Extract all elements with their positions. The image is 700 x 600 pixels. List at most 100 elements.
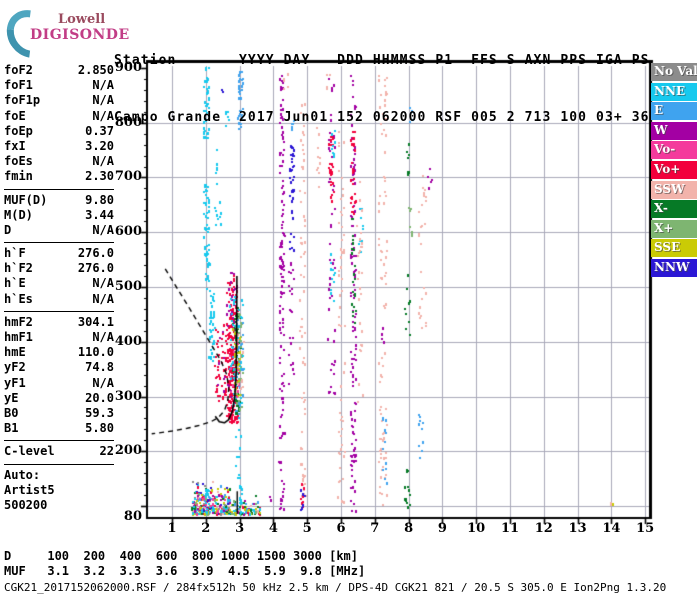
y-tick-900: 900 xyxy=(114,59,142,75)
panel-separator xyxy=(4,310,114,312)
param-row-clevel: C-level 22 xyxy=(4,444,114,459)
param-value: 276.0 xyxy=(77,246,114,261)
param-row-md: M(D) 3.44 xyxy=(4,208,114,223)
param-label: foF1 xyxy=(4,78,33,93)
color-legend: No Val NNE E W Vo- Vo+ SSW X- X+ SSE NNW xyxy=(651,63,697,279)
x-tick-8: 8 xyxy=(404,521,414,536)
param-value: 2.850 xyxy=(77,63,114,77)
y-tick-700: 700 xyxy=(114,169,142,185)
x-tick-1: 1 xyxy=(167,521,177,536)
d-scale-row: D 100 200 400 600 800 1000 1500 3000 [km… xyxy=(4,549,359,563)
param-label: D xyxy=(4,222,12,237)
panel-separator xyxy=(4,188,114,190)
legend-item-nnw: NNW xyxy=(651,258,697,277)
param-label: B1 xyxy=(4,421,19,436)
ionogram-app: { "logo": { "line1": "Lowell", "line2": … xyxy=(0,0,700,600)
param-label: MUF(D) xyxy=(4,192,48,207)
param-row-ye: yE 20.0 xyxy=(4,391,114,406)
param-value: 59.3 xyxy=(85,405,114,420)
param-row-hes: h`Es N/A xyxy=(4,292,114,307)
y-tick-80: 80 xyxy=(123,509,142,524)
x-tick-10: 10 xyxy=(467,521,486,536)
panel-separator xyxy=(4,440,114,442)
scaled-parameters-panel: foF2 2.850 foF1 N/A foF1p N/A foE N/A foEp 0.37 fx… xyxy=(4,63,114,513)
muf-scale-row: MUF 3.1 3.2 3.3 3.6 3.9 4.5 5.9 9.8 [MHz… xyxy=(4,564,366,578)
param-row-fxi: fxI 3.20 xyxy=(4,139,114,154)
file-info-row: CGK21_2017152062000.RSF / 284fx512h 50 k… xyxy=(4,581,667,594)
param-label: B0 xyxy=(4,405,19,420)
param-label: foE xyxy=(4,108,26,123)
param-row-500200: 500200 xyxy=(4,498,114,513)
param-row-foe: foE N/A xyxy=(4,109,114,124)
header-line-values: Campo Grande 2017 Jun01 152 062000 RSF 0… xyxy=(114,110,650,125)
param-label: h`F2 xyxy=(4,261,33,276)
param-label: yE xyxy=(4,390,19,405)
param-row-hmf2: hmF2 304.1 xyxy=(4,315,114,330)
param-value: 304.1 xyxy=(77,314,114,329)
panel-separator xyxy=(4,242,114,244)
param-row-foes: foEs N/A xyxy=(4,154,114,169)
param-label: yF1 xyxy=(4,375,26,390)
param-row-b1: B1 5.80 xyxy=(4,421,114,436)
param-label: hmF1 xyxy=(4,330,33,344)
x-tick-7: 7 xyxy=(370,521,380,536)
param-label: h`E xyxy=(4,276,26,291)
legend-item-ssw: SSW xyxy=(651,180,697,199)
param-label: foEp xyxy=(4,123,33,138)
param-row-foep: foEp 0.37 xyxy=(4,124,114,139)
y-tick-600: 600 xyxy=(114,224,142,240)
legend-item-sse: SSE xyxy=(651,239,697,258)
x-tick-9: 9 xyxy=(437,521,447,536)
param-row-b0: B0 59.3 xyxy=(4,406,114,421)
param-value: 3.44 xyxy=(85,207,114,222)
y-tick-500: 500 xyxy=(114,279,142,294)
x-tick-14: 14 xyxy=(602,521,621,536)
x-tick-12: 12 xyxy=(534,521,553,536)
legend-item-nne: NNE xyxy=(651,82,697,101)
param-value: 5.80 xyxy=(85,421,114,436)
param-label: hmE xyxy=(4,345,26,360)
param-value: N/A xyxy=(92,154,114,169)
param-row-hmf1: hmF1 N/A xyxy=(4,330,114,345)
param-value: 9.80 xyxy=(85,192,114,207)
x-tick-13: 13 xyxy=(568,521,587,536)
param-row-artist5: Artist5 xyxy=(4,483,114,498)
param-value: 3.20 xyxy=(85,138,114,153)
x-tick-15: 15 xyxy=(636,521,655,536)
param-value: N/A xyxy=(92,78,114,93)
param-row-fmin: fmin 2.30 xyxy=(4,169,114,184)
legend-item-noval: No Val xyxy=(651,63,697,81)
param-row-fof1: foF1 N/A xyxy=(4,78,114,93)
param-label: M(D) xyxy=(4,207,33,222)
x-tick-4: 4 xyxy=(268,521,278,536)
param-value: 110.0 xyxy=(77,345,114,360)
panel-separator xyxy=(4,463,114,465)
param-label: foF1p xyxy=(4,93,41,108)
param-label: 500200 xyxy=(4,497,48,512)
param-row-hf2: h`F2 276.0 xyxy=(4,261,114,276)
param-label: fmin xyxy=(4,169,33,184)
param-label: yF2 xyxy=(4,360,26,375)
param-label: Artist5 xyxy=(4,482,55,497)
param-label: h`F xyxy=(4,246,26,261)
param-label: Auto: xyxy=(4,467,41,482)
measurement-header: Station YYYY DAY DDD HHMMSS P1 FFS S AXN… xyxy=(114,13,650,146)
param-row-yf1: yF1 N/A xyxy=(4,376,114,391)
param-label: h`Es xyxy=(4,291,33,306)
y-tick-400: 400 xyxy=(114,333,142,349)
param-label: hmF2 xyxy=(4,314,33,329)
param-value: 276.0 xyxy=(77,261,114,276)
param-row-auto: Auto: xyxy=(4,468,114,483)
header-line-columns: Station YYYY DAY DDD HHMMSS P1 FFS S AXN… xyxy=(114,53,650,68)
x-tick-6: 6 xyxy=(336,521,346,536)
legend-item-vo: Vo- xyxy=(651,141,697,160)
legend-item-e: E xyxy=(651,102,697,121)
param-value: 74.8 xyxy=(85,360,114,375)
logo-lowell-text: Lowell xyxy=(58,12,106,27)
y-tick-800: 800 xyxy=(114,114,142,130)
x-tick-3: 3 xyxy=(235,521,245,536)
x-tick-11: 11 xyxy=(500,521,520,536)
param-row-fof2: foF2 2.850 xyxy=(4,63,114,78)
legend-item-w: W xyxy=(651,121,697,140)
y-tick-200: 200 xyxy=(114,443,142,459)
